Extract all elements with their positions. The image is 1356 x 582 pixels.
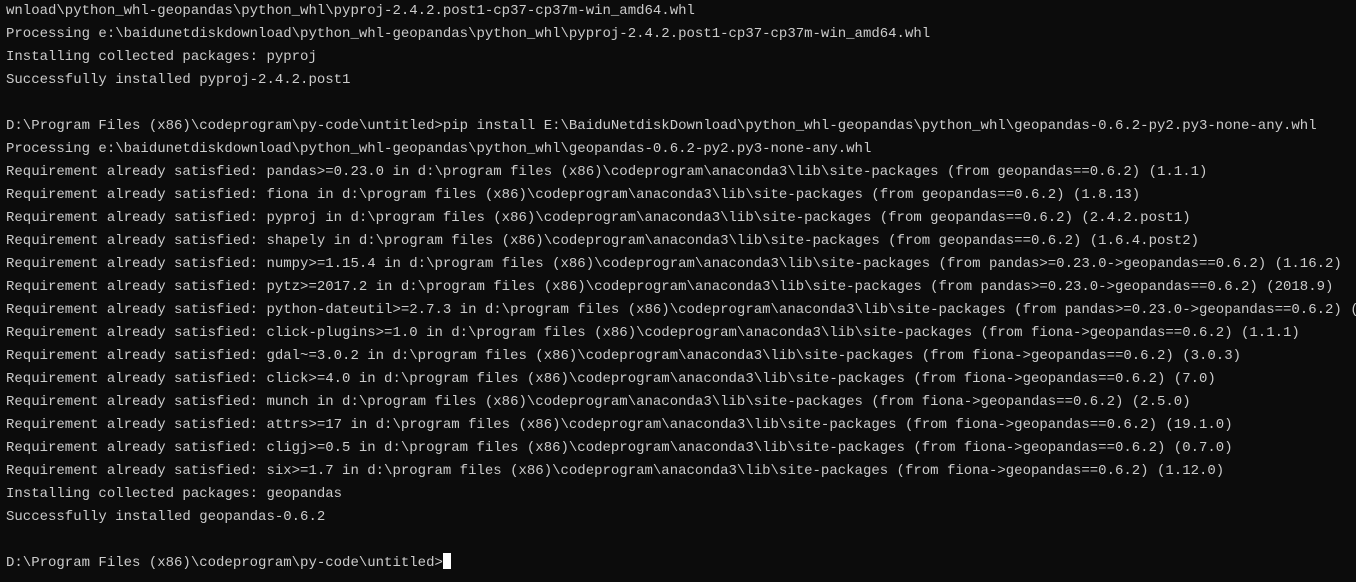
terminal-line: Successfully installed geopandas-0.6.2: [6, 506, 1350, 529]
terminal-line: Requirement already satisfied: cligj>=0.…: [6, 437, 1350, 460]
terminal-line: Successfully installed pyproj-2.4.2.post…: [6, 69, 1350, 92]
terminal-line: wnload\python_whl-geopandas\python_whl\p…: [6, 0, 1350, 23]
terminal-line: Requirement already satisfied: munch in …: [6, 391, 1350, 414]
blank-line: [6, 529, 1350, 552]
terminal-output[interactable]: wnload\python_whl-geopandas\python_whl\p…: [0, 0, 1356, 575]
prompt-text: D:\Program Files (x86)\codeprogram\py-co…: [6, 555, 443, 571]
terminal-line: Requirement already satisfied: attrs>=17…: [6, 414, 1350, 437]
terminal-line: Processing e:\baidunetdiskdownload\pytho…: [6, 23, 1350, 46]
terminal-line: D:\Program Files (x86)\codeprogram\py-co…: [6, 115, 1350, 138]
terminal-line: Requirement already satisfied: shapely i…: [6, 230, 1350, 253]
terminal-line: Requirement already satisfied: click-plu…: [6, 322, 1350, 345]
prompt-line[interactable]: D:\Program Files (x86)\codeprogram\py-co…: [6, 552, 1350, 575]
cursor: [443, 553, 451, 569]
terminal-line: Requirement already satisfied: numpy>=1.…: [6, 253, 1350, 276]
terminal-line: Requirement already satisfied: pytz>=201…: [6, 276, 1350, 299]
terminal-line: Requirement already satisfied: fiona in …: [6, 184, 1350, 207]
terminal-line: Installing collected packages: pyproj: [6, 46, 1350, 69]
terminal-line: Processing e:\baidunetdiskdownload\pytho…: [6, 138, 1350, 161]
terminal-line: Requirement already satisfied: pandas>=0…: [6, 161, 1350, 184]
terminal-line: Requirement already satisfied: pyproj in…: [6, 207, 1350, 230]
terminal-line: Requirement already satisfied: gdal~=3.0…: [6, 345, 1350, 368]
terminal-line: Requirement already satisfied: click>=4.…: [6, 368, 1350, 391]
terminal-line: Installing collected packages: geopandas: [6, 483, 1350, 506]
terminal-line: Requirement already satisfied: six>=1.7 …: [6, 460, 1350, 483]
blank-line: [6, 92, 1350, 115]
terminal-line: Requirement already satisfied: python-da…: [6, 299, 1350, 322]
